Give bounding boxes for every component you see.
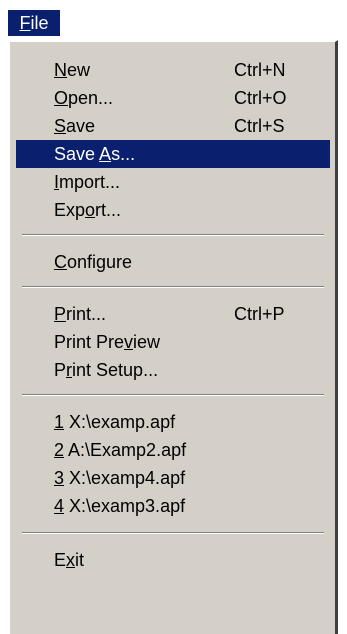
menu-item-recent-file-1[interactable]: 1 X:\examp.apf (16, 408, 330, 436)
menu-item-new-shortcut: Ctrl+N (234, 60, 286, 80)
label-after: it (75, 550, 85, 570)
menu-separator (22, 286, 324, 288)
label-after: s... (111, 144, 136, 164)
label-after: onfigure (67, 252, 133, 272)
menu-item-print-shortcut: Ctrl+P (234, 304, 285, 324)
menu-item-save-as-label: Save As... (54, 140, 135, 168)
menu-item-exit[interactable]: Exit (16, 546, 330, 574)
label-mnemonic: N (54, 60, 67, 80)
label-mnemonic: 2 (54, 440, 65, 460)
menu-item-save-label: Save (54, 112, 95, 140)
menu-item-recent-file-4[interactable]: 4 X:\examp3.apf (16, 492, 330, 520)
file-menu-title-after: ile (30, 13, 49, 33)
label-after: X:\examp3.apf (64, 496, 186, 516)
menu-item-recent-file-2[interactable]: 2 A:\Examp2.apf (16, 436, 330, 464)
menu-item-import-label: Import... (54, 168, 120, 196)
label-mnemonic: v (124, 332, 134, 352)
menu-item-print-setup[interactable]: Print Setup... (16, 356, 330, 384)
label-mnemonic: 1 (54, 412, 65, 432)
label-after: int Setup... (72, 360, 159, 380)
label-after: ew (67, 60, 91, 80)
label-mnemonic: x (66, 550, 76, 570)
label-mnemonic: 4 (54, 496, 65, 516)
label-before: Print Pre (54, 332, 125, 352)
label-before: Exp (54, 200, 86, 220)
label-mnemonic: 3 (54, 468, 65, 488)
menu-item-new[interactable]: New Ctrl+N (16, 56, 330, 84)
menu-item-new-label: New (54, 56, 90, 84)
label-after: iew (133, 332, 161, 352)
menu-item-open-shortcut: Ctrl+O (234, 88, 287, 108)
label-after: X:\examp.apf (64, 412, 176, 432)
label-before: Save (54, 144, 100, 164)
label-before: P (54, 360, 67, 380)
label-after: pen... (68, 88, 114, 108)
label-after: X:\examp4.apf (64, 468, 186, 488)
label-after: A:\Examp2.apf (64, 440, 187, 460)
file-menu-dropdown: New Ctrl+N Open... Ctrl+O Save Ctrl+S Sa… (8, 40, 338, 634)
label-mnemonic: A (99, 144, 112, 164)
label-mnemonic: P (54, 304, 67, 324)
menu-item-recent-file-1-label: 1 X:\examp.apf (54, 408, 175, 436)
menu-item-configure[interactable]: Configure (16, 248, 330, 276)
menu-item-open-label: Open... (54, 84, 113, 112)
menu-item-save[interactable]: Save Ctrl+S (16, 112, 330, 140)
menu-item-export-label: Export... (54, 196, 121, 224)
label-mnemonic: S (54, 116, 67, 136)
menu-item-export[interactable]: Export... (16, 196, 330, 224)
menu-item-recent-file-2-label: 2 A:\Examp2.apf (54, 436, 186, 464)
label-before: E (54, 550, 67, 570)
menu-item-print[interactable]: Print... Ctrl+P (16, 300, 330, 328)
label-mnemonic: C (54, 252, 67, 272)
menu-separator (22, 532, 324, 534)
menu-separator (22, 394, 324, 396)
menu-item-open[interactable]: Open... Ctrl+O (16, 84, 330, 112)
menu-item-print-label: Print... (54, 300, 106, 328)
menu-item-save-shortcut: Ctrl+S (234, 116, 285, 136)
menu-item-print-preview-label: Print Preview (54, 328, 160, 356)
menu-item-recent-file-4-label: 4 X:\examp3.apf (54, 492, 185, 520)
menu-item-recent-file-3[interactable]: 3 X:\examp4.apf (16, 464, 330, 492)
label-after: mport... (59, 172, 121, 192)
file-menu-title[interactable]: File (8, 10, 60, 36)
file-menu-title-mnemonic: F (19, 13, 31, 33)
menu-item-configure-label: Configure (54, 248, 132, 276)
menu-separator (22, 234, 324, 236)
menu-item-exit-label: Exit (54, 546, 84, 574)
menu-item-save-as[interactable]: Save As... (16, 140, 330, 168)
menu-item-print-preview[interactable]: Print Preview (16, 328, 330, 356)
label-after: rint... (66, 304, 107, 324)
label-mnemonic: O (54, 88, 69, 108)
label-mnemonic: o (85, 200, 96, 220)
menu-item-recent-file-3-label: 3 X:\examp4.apf (54, 464, 185, 492)
menu-item-import[interactable]: Import... (16, 168, 330, 196)
menu-item-print-setup-label: Print Setup... (54, 356, 158, 384)
label-after: ave (66, 116, 96, 136)
label-after: rt... (95, 200, 122, 220)
